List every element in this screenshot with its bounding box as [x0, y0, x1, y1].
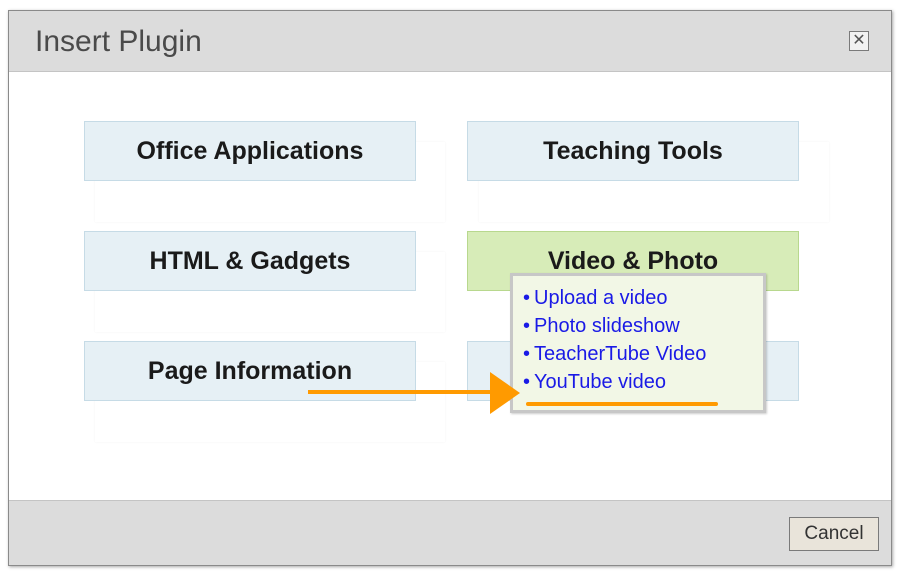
dialog-footer: Cancel — [9, 500, 891, 565]
menu-item-label: TeacherTube Video — [534, 343, 707, 365]
menu-item-label: YouTube video — [534, 371, 666, 393]
html-gadgets-button[interactable]: HTML & Gadgets — [84, 231, 416, 291]
menu-item-label: Upload a video — [534, 287, 668, 309]
cancel-button[interactable]: Cancel — [789, 517, 879, 551]
highlight-underline — [526, 402, 718, 406]
video-submenu: • Upload a video • Photo slideshow • Teache… — [510, 273, 766, 413]
close-icon[interactable]: ✕ — [849, 31, 869, 51]
dialog-title: Insert Plugin — [35, 25, 202, 58]
pointer-arrow-shaft — [308, 390, 498, 394]
menu-item-youtube-video[interactable]: • YouTube video — [523, 368, 763, 396]
teaching-tools-button[interactable]: Teaching Tools — [467, 121, 799, 181]
menu-item-upload-video[interactable]: • Upload a video — [523, 284, 763, 312]
menu-item-label: Photo slideshow — [534, 315, 680, 337]
arrow-right-icon — [490, 372, 520, 414]
menu-item-teachertube-video[interactable]: • TeacherTube Video — [523, 340, 763, 368]
menu-item-photo-slideshow[interactable]: • Photo slideshow — [523, 312, 763, 340]
dialog-header: Insert Plugin ✕ — [9, 11, 891, 72]
office-applications-button[interactable]: Office Applications — [84, 121, 416, 181]
